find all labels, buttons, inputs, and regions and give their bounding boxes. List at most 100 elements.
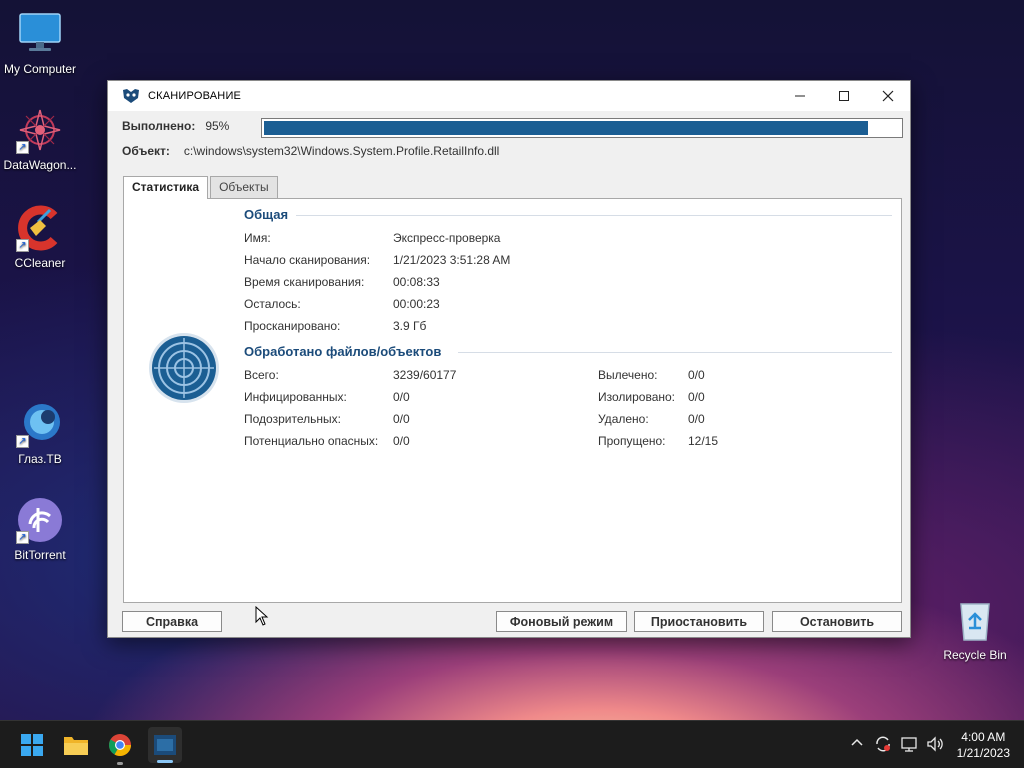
taskbar-chrome[interactable] bbox=[104, 729, 136, 765]
object-row: Объект: c:\windows\system32\Windows.Syst… bbox=[122, 144, 499, 158]
processed-value: 3239/60177 bbox=[393, 368, 457, 382]
window-title: СКАНИРОВАНИЕ bbox=[148, 90, 242, 102]
desktop-icon-recycle-bin[interactable]: Recycle Bin bbox=[935, 596, 1015, 662]
general-value: 00:08:33 bbox=[393, 275, 440, 289]
general-value: 1/21/2023 3:51:28 AM bbox=[393, 253, 511, 267]
sync-icon bbox=[876, 736, 890, 752]
running-indicator bbox=[117, 762, 123, 765]
processed-key: Подозрительных: bbox=[244, 412, 341, 426]
processed-value: 0/0 bbox=[688, 390, 705, 404]
pause-button[interactable]: Приостановить bbox=[634, 611, 764, 632]
general-key: Просканировано: bbox=[244, 319, 341, 333]
processed-value: 0/0 bbox=[688, 368, 705, 382]
progress-percent: 95% bbox=[205, 119, 230, 133]
processed-key: Инфицированных: bbox=[244, 390, 347, 404]
processed-value: 0/0 bbox=[393, 412, 410, 426]
processed-value: 0/0 bbox=[393, 390, 410, 404]
desktop-icon-glaz-tv[interactable]: ↗ Глаз.ТВ bbox=[0, 400, 80, 466]
desktop-icon-datawagon[interactable]: ↗ DataWagon... bbox=[0, 106, 80, 172]
general-key: Имя: bbox=[244, 231, 271, 245]
tray-network[interactable] bbox=[901, 735, 919, 757]
datawagon-icon: ↗ bbox=[16, 106, 64, 154]
tray-sync[interactable] bbox=[874, 735, 892, 757]
desktop-icon-label: Глаз.ТВ bbox=[18, 452, 62, 466]
ccleaner-icon: ↗ bbox=[16, 204, 64, 252]
mouse-cursor-icon bbox=[255, 606, 269, 626]
close-button[interactable] bbox=[866, 81, 910, 111]
minimize-button[interactable] bbox=[778, 81, 822, 111]
chrome-icon bbox=[109, 734, 131, 756]
processed-key: Пропущено: bbox=[598, 434, 666, 448]
close-icon bbox=[882, 90, 894, 102]
scanner-app-icon bbox=[123, 89, 139, 103]
progress-bar-fill bbox=[264, 121, 868, 135]
desktop-icon-label: BitTorrent bbox=[14, 548, 66, 562]
maximize-icon bbox=[839, 91, 849, 101]
general-key: Осталось: bbox=[244, 297, 301, 311]
radar-scan-icon bbox=[149, 333, 219, 403]
title-bar[interactable]: СКАНИРОВАНИЕ bbox=[108, 81, 910, 111]
glaz-tv-icon: ↗ bbox=[16, 400, 64, 448]
processed-value: 0/0 bbox=[688, 412, 705, 426]
desktop-icon-label: DataWagon... bbox=[3, 158, 77, 172]
general-value: 00:00:23 bbox=[393, 297, 440, 311]
progress-label: Выполнено: bbox=[122, 119, 196, 133]
statistics-panel: Общая Имя: Экспресс-проверка Начало скан… bbox=[123, 198, 902, 626]
desktop-icon-label: Recycle Bin bbox=[943, 648, 1007, 662]
section-title-general: Общая bbox=[244, 207, 289, 222]
chevron-up-icon bbox=[851, 738, 863, 746]
progress-row: Выполнено: 95% bbox=[122, 119, 229, 133]
general-key: Начало сканирования: bbox=[244, 253, 371, 267]
desktop-icon-my-computer[interactable]: My Computer bbox=[0, 10, 80, 76]
tab-bar: Статистика Объекты bbox=[123, 176, 280, 199]
desktop-icon-ccleaner[interactable]: ↗ CCleaner bbox=[0, 204, 80, 270]
maximize-button[interactable] bbox=[822, 81, 866, 111]
shortcut-arrow-icon: ↗ bbox=[16, 239, 29, 252]
file-explorer-icon bbox=[64, 737, 88, 755]
stop-button[interactable]: Остановить bbox=[772, 611, 902, 632]
desktop-icon-bittorrent[interactable]: ↗ BitTorrent bbox=[0, 496, 80, 562]
recycle-bin-icon bbox=[951, 596, 999, 644]
desktop-icon-label: My Computer bbox=[3, 62, 77, 76]
object-label: Объект: bbox=[122, 144, 170, 158]
background-mode-button[interactable]: Фоновый режим bbox=[496, 611, 627, 632]
section-divider bbox=[296, 215, 892, 216]
progress-bar bbox=[261, 118, 903, 138]
processed-key: Вылечено: bbox=[598, 368, 658, 382]
taskbar-file-explorer[interactable] bbox=[60, 729, 92, 761]
monitor-icon bbox=[16, 10, 64, 58]
tab-objects[interactable]: Объекты bbox=[210, 176, 278, 198]
start-button[interactable] bbox=[16, 729, 48, 761]
desktop-icon-label: CCleaner bbox=[14, 256, 66, 270]
active-indicator bbox=[157, 760, 173, 763]
processed-key: Всего: bbox=[244, 368, 279, 382]
tray-volume[interactable] bbox=[926, 735, 944, 757]
section-divider bbox=[458, 352, 892, 353]
processed-value: 0/0 bbox=[393, 434, 410, 448]
help-button[interactable]: Справка bbox=[122, 611, 222, 632]
shortcut-arrow-icon: ↗ bbox=[16, 141, 29, 154]
taskbar-scanner-app[interactable] bbox=[148, 727, 182, 763]
scan-window: СКАНИРОВАНИЕ Выполнено: 95% Объект: c:\w… bbox=[107, 80, 911, 638]
processed-key: Потенциально опасных: bbox=[244, 434, 379, 448]
processed-key: Изолировано: bbox=[598, 390, 676, 404]
clock-date: 1/21/2023 bbox=[956, 746, 1010, 760]
bittorrent-icon: ↗ bbox=[16, 496, 64, 544]
general-value: Экспресс-проверка bbox=[393, 231, 501, 245]
tab-statistics[interactable]: Статистика bbox=[123, 176, 209, 199]
processed-key: Удалено: bbox=[598, 412, 649, 426]
section-title-processed: Обработано файлов/объектов bbox=[244, 344, 442, 359]
minimize-icon bbox=[795, 95, 805, 97]
clock-time: 4:00 AM bbox=[961, 730, 1006, 744]
general-key: Время сканирования: bbox=[244, 275, 365, 289]
windows-start-icon bbox=[21, 734, 43, 756]
object-path: c:\windows\system32\Windows.System.Profi… bbox=[183, 144, 500, 158]
taskbar: 4:00 AM 1/21/2023 bbox=[0, 720, 1024, 768]
taskbar-clock[interactable]: 4:00 AM 1/21/2023 bbox=[957, 729, 1010, 761]
processed-value: 12/15 bbox=[688, 434, 719, 448]
shortcut-arrow-icon: ↗ bbox=[16, 531, 29, 544]
show-hidden-icons-button[interactable] bbox=[850, 735, 864, 753]
volume-icon bbox=[927, 736, 943, 752]
scanner-app-icon bbox=[154, 735, 176, 755]
network-icon bbox=[901, 737, 917, 752]
